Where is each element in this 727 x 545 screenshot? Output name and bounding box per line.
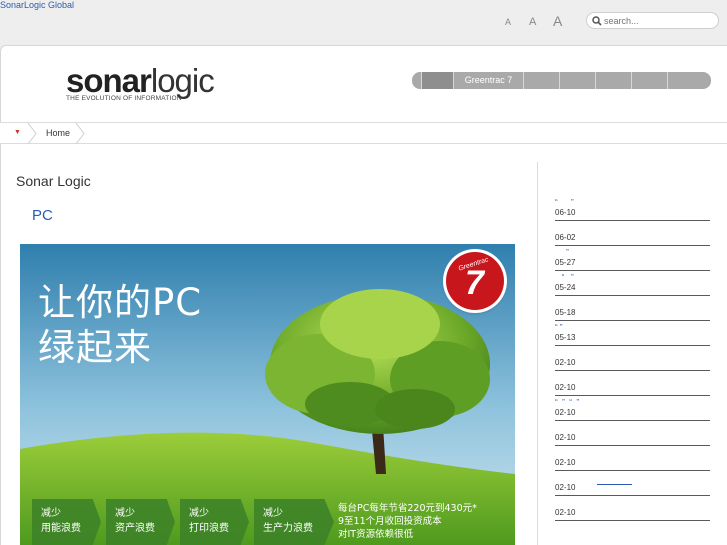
badge-number: 7 [465, 264, 484, 302]
search-input[interactable] [604, 14, 712, 27]
list-item[interactable]: “ ” 05-24 [555, 271, 710, 296]
list-item[interactable]: “ ” “ ” 02-10 [555, 396, 710, 421]
breadcrumb: ▼ Home [0, 122, 727, 144]
list-item[interactable]: ” 05-27 [555, 246, 710, 271]
news-date: 05-27 [555, 258, 576, 267]
section-subtitle[interactable]: PC [32, 207, 53, 224]
list-item[interactable]: 02-10 [555, 496, 710, 521]
news-title-link[interactable]: “ ” “ ” [555, 398, 579, 407]
news-date: 05-24 [555, 283, 576, 292]
font-size-medium-button[interactable]: A [529, 16, 536, 28]
column-divider [537, 162, 538, 545]
greentrac-banner[interactable]: 让你的PC 绿起来 Greentrac 7 减少 用能浪费 减少 资产浪费 减少 打印… [20, 244, 515, 545]
nav-item-5[interactable] [596, 72, 632, 89]
news-date: 06-10 [555, 208, 576, 217]
news-date: 05-13 [555, 333, 576, 342]
nav-item-4[interactable] [560, 72, 596, 89]
breadcrumb-separator-icon [28, 123, 37, 144]
banner-promo-text: 每台PC每年节省220元到430元* 9至11个月收回投资成本 对IT资源依赖很… [338, 503, 477, 540]
page-title: Sonar Logic [16, 173, 91, 189]
news-date: 02-10 [555, 433, 576, 442]
font-size-small-button[interactable]: A [505, 17, 511, 27]
greentrac-7-badge: Greentrac 7 [446, 252, 504, 310]
news-title-link[interactable]: “ ” [555, 323, 563, 332]
news-date: 02-10 [555, 458, 576, 467]
news-date: 02-10 [555, 383, 576, 392]
news-title-link[interactable]: “ ” [555, 273, 574, 282]
news-date: 02-10 [555, 358, 576, 367]
logo-sonar: sonar [66, 62, 152, 99]
list-item[interactable]: 02-10 [555, 346, 710, 371]
list-item[interactable]: 02-10 [555, 446, 710, 471]
logo-logic: logic [150, 62, 215, 99]
reduce-energy-chip: 减少 用能浪费 [32, 499, 101, 545]
news-sidebar: “ ” 06-10 06-02 ” 05-27 “ ” 05-24 05-18 “ ”… [555, 196, 710, 521]
list-item[interactable]: 02-10 [555, 471, 710, 496]
list-item[interactable]: “ ” 06-10 [555, 196, 710, 221]
global-site-link[interactable]: SonarLogic Global [0, 0, 74, 11]
banner-headline: 让你的PC 绿起来 [38, 281, 203, 369]
nav-item-greentrac[interactable]: Greentrac 7 [454, 72, 524, 89]
main-nav: Greentrac 7 [412, 72, 711, 89]
breadcrumb-separator-icon [76, 123, 85, 144]
reduce-asset-chip: 减少 资产浪费 [106, 499, 175, 545]
nav-item-3[interactable] [524, 72, 560, 89]
reduce-print-chip: 减少 打印浪费 [180, 499, 249, 545]
news-date: 05-18 [555, 308, 576, 317]
news-title-link[interactable]: ” [555, 248, 569, 257]
search-icon[interactable] [592, 16, 602, 26]
breadcrumb-home-link[interactable]: Home [46, 128, 70, 138]
nav-item-0[interactable] [412, 72, 422, 89]
nav-item-7[interactable] [668, 72, 711, 89]
nav-item-1[interactable] [422, 72, 454, 89]
reduce-productivity-chip: 减少 生产力浪费 [254, 499, 334, 545]
news-title-link[interactable]: “ ” [555, 198, 574, 207]
nav-item-6[interactable] [632, 72, 668, 89]
list-item[interactable]: 02-10 [555, 371, 710, 396]
news-title-link[interactable] [597, 484, 632, 485]
news-date: 02-10 [555, 408, 576, 417]
news-date: 02-10 [555, 508, 576, 517]
news-date: 06-02 [555, 233, 576, 242]
list-item[interactable]: 05-18 [555, 296, 710, 321]
news-date: 02-10 [555, 483, 576, 492]
search-box [586, 12, 719, 29]
list-item[interactable]: 02-10 [555, 421, 710, 446]
breadcrumb-menu-arrow-icon[interactable]: ▼ [14, 129, 21, 136]
list-item[interactable]: “ ” 05-13 [555, 321, 710, 346]
list-item[interactable]: 06-02 [555, 221, 710, 246]
sonarlogic-logo[interactable]: sonarlogic THE EVOLUTION OF INFORMATION [66, 64, 215, 102]
font-size-large-button[interactable]: A [553, 13, 562, 29]
